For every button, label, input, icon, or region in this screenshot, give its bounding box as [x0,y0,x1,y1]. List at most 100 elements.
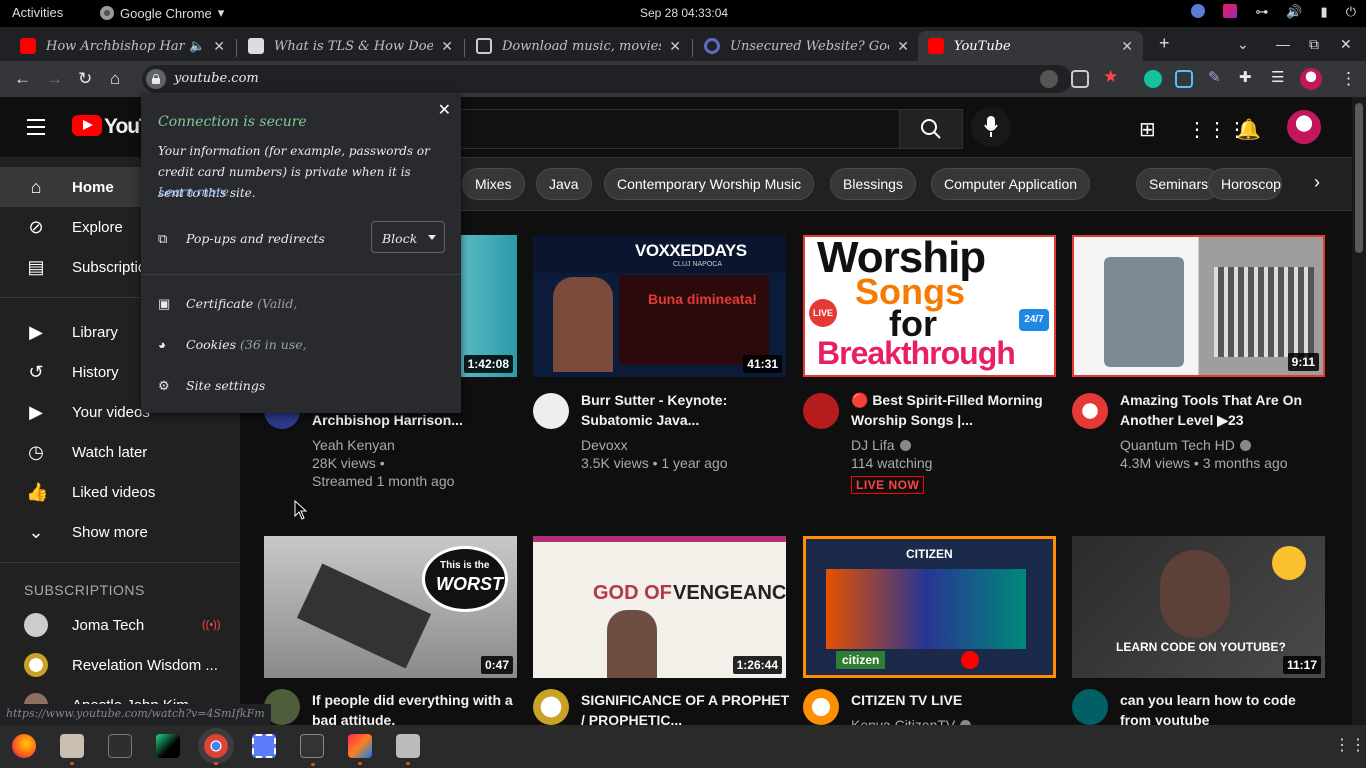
page-scrollbar[interactable] [1352,97,1366,725]
notifications-bell-icon[interactable]: 🔔 [1236,117,1261,142]
chrome-menu-icon[interactable]: ⋮ [1340,69,1357,89]
files-icon[interactable] [60,734,84,765]
video-title[interactable]: CITIZEN TV LIVE [851,690,1061,710]
sidebar-item-show-more[interactable]: ⌄ Show more [0,512,240,552]
tab-tls[interactable]: What is TLS & How Does it ✕ [238,31,463,61]
power-menu-icon[interactable]: ⏻ [1346,4,1356,20]
battery-icon[interactable]: ▮ [1321,4,1328,20]
create-video-icon[interactable]: ⊞ [1139,117,1156,142]
close-tab-icon[interactable]: ✕ [213,38,225,55]
chrome-icon[interactable] [204,734,228,765]
back-icon[interactable]: ← [14,69,31,89]
sidebar-item-watch-later[interactable]: ◷ Watch later [0,432,240,472]
sidebar-item-liked-videos[interactable]: 👍 Liked videos [0,472,240,512]
search-button[interactable] [899,109,963,149]
video-title[interactable]: SIGNIFICANCE OF A PROPHET / PROPHETIC... [581,690,791,725]
channel-avatar[interactable] [803,393,839,429]
intellij-icon[interactable] [348,734,372,765]
video-thumbnail[interactable]: VOXXEDDAYS CLUJ NAPOCA Buna dimineata! 4… [533,235,786,377]
install-app-icon[interactable] [1071,70,1089,88]
video-title[interactable]: can you learn how to code from youtube [1120,690,1330,725]
account-icon[interactable] [1191,4,1206,18]
channel-avatar[interactable] [1072,689,1108,725]
minimize-icon[interactable]: — [1276,36,1290,52]
video-thumbnail[interactable]: This is the WORST 0:47 [264,536,517,678]
app-menu[interactable]: Google Chrome ▾ [100,5,224,21]
voice-search-button[interactable] [971,107,1011,147]
chip[interactable]: Blessings [830,168,916,200]
profile-avatar-icon[interactable] [1300,68,1322,90]
screenshot-icon[interactable] [252,734,276,758]
scrollbar-thumb[interactable] [1355,103,1363,253]
pycharm-icon[interactable] [156,734,180,758]
channel-name[interactable]: Quantum Tech HD [1120,436,1340,454]
volume-icon[interactable]: 🔊 [1286,4,1302,20]
lock-icon[interactable] [146,69,166,89]
close-tab-icon[interactable]: ✕ [669,38,681,55]
channel-avatar[interactable] [533,393,569,429]
terminal-icon[interactable] [108,734,132,758]
popups-select[interactable]: Block [371,221,445,253]
close-tab-icon[interactable]: ✕ [441,38,453,55]
video-title[interactable]: Archbishop Harrison... [312,410,522,430]
search-input[interactable] [460,109,900,149]
chip[interactable]: Java [536,168,592,200]
chip[interactable]: Horoscope [1208,168,1282,200]
new-tab-icon[interactable]: + [1159,33,1170,54]
extension-n-icon[interactable] [1175,70,1193,88]
chip[interactable]: Contemporary Worship Music [604,168,815,200]
reading-list-icon[interactable]: ☰ [1271,68,1284,86]
close-tab-icon[interactable]: ✕ [897,38,909,55]
network-icon[interactable]: ⊶ [1255,4,1268,20]
firefox-icon[interactable] [12,734,36,758]
extensions-puzzle-icon[interactable]: ✚ [1239,68,1252,86]
channel-name[interactable]: Kenya CitizenTV [851,716,1071,725]
close-tab-icon[interactable]: ✕ [1121,38,1133,55]
account-avatar[interactable] [1287,110,1321,144]
video-title[interactable]: If people did everything with a bad atti… [312,690,522,725]
home-icon[interactable]: ⌂ [110,69,120,89]
reload-icon[interactable]: ↻ [78,69,92,89]
app-indicator-icon[interactable] [1223,4,1238,18]
chip[interactable]: Computer Application [931,168,1091,200]
extension-pen-icon[interactable]: ✎ [1208,68,1221,86]
video-thumbnail[interactable]: Worship Songs for Breakthrough LIVE 24/7 [803,235,1056,377]
audio-playing-icon[interactable]: 🔈 [189,38,205,54]
subscription-item[interactable]: Revelation Wisdom ... [0,645,240,685]
tab-download[interactable]: Download music, movies, gam ✕ [466,31,691,61]
tab-search-icon[interactable]: ⌄ [1237,36,1249,53]
youtube-logo-icon[interactable] [72,115,102,136]
video-title[interactable]: Burr Sutter - Keynote: Subatomic Java... [581,390,791,430]
video-thumbnail[interactable]: LEARN CODE ON YOUTUBE? 11:17 [1072,536,1325,678]
tab-unsecured[interactable]: Unsecured Website? Google Se ✕ [694,31,919,61]
system-tray[interactable]: ⊶ 🔊 ▮ ⏻ [1191,4,1356,20]
channel-name[interactable]: Yeah Kenyan [312,436,532,454]
bookmark-star-icon[interactable]: ★ [1103,67,1118,87]
url-text[interactable]: youtube.com [174,71,259,86]
video-thumbnail[interactable]: GOD OF VENGEANCE 1:26:44 [533,536,786,678]
forward-icon[interactable]: → [46,69,63,89]
channel-name[interactable]: DJ Lifa [851,436,1071,454]
channel-avatar[interactable] [1072,393,1108,429]
video-thumbnail[interactable]: 9:11 [1072,235,1325,377]
subscription-item[interactable]: Joma Tech ((•)) [0,605,240,645]
video-title[interactable]: 🔴 Best Spirit-Filled Morning Worship Son… [851,390,1061,430]
learn-more-link[interactable]: Learn more [158,185,229,199]
tab-youtube[interactable]: YouTube ✕ [918,31,1143,61]
video-title[interactable]: Amazing Tools That Are On Another Level … [1120,390,1330,430]
show-apps-grid-icon[interactable]: ⋮⋮⋮ [1334,735,1366,755]
close-window-icon[interactable]: ✕ [1340,36,1352,53]
chip[interactable]: Mixes [462,168,525,200]
image-viewer-icon[interactable] [396,734,420,765]
maximize-icon[interactable]: ⧉ [1309,36,1319,53]
clock[interactable]: Sep 28 04:33:04 [640,6,728,20]
channel-avatar[interactable] [533,689,569,725]
system-monitor-icon[interactable] [300,734,324,766]
tab-archbishop[interactable]: How Archbishop Harrison 🔈 ✕ [10,31,235,61]
channel-name[interactable]: Devoxx [581,436,801,454]
address-bar[interactable]: youtube.com [142,65,1072,93]
chevron-right-icon[interactable]: › [1314,172,1320,193]
close-icon[interactable]: ✕ [438,100,451,120]
grammarly-icon[interactable] [1144,70,1162,88]
cookie-blocked-icon[interactable] [1040,70,1058,88]
